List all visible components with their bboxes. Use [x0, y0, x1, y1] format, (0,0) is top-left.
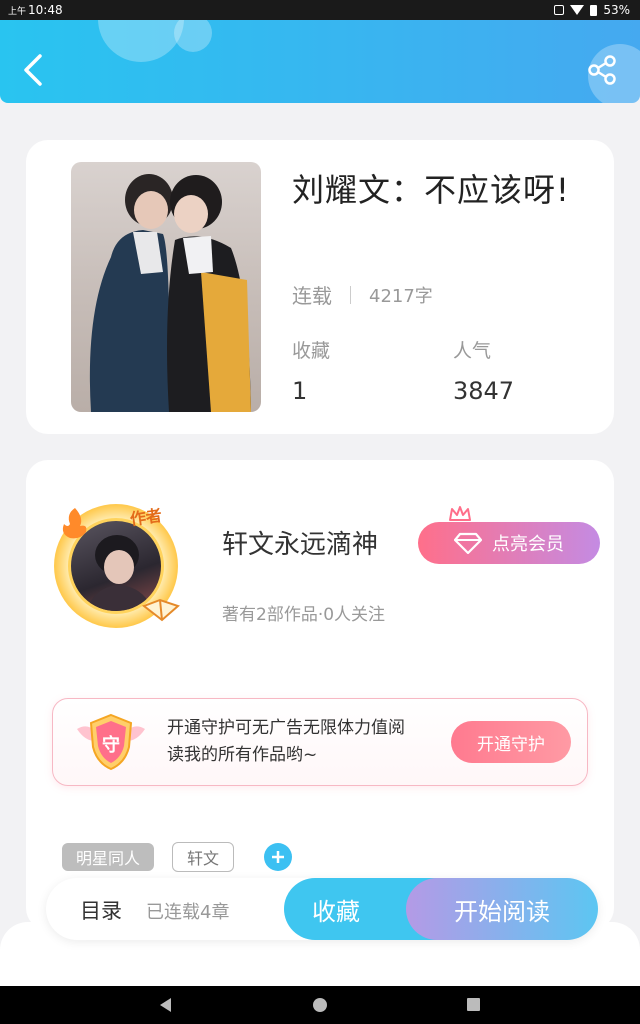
nav-back-icon[interactable]	[160, 998, 171, 1012]
battery-icon	[590, 4, 598, 16]
serial-status: 连载	[292, 284, 332, 308]
battery-percent: 53%	[603, 3, 630, 17]
shield-glyph: 守	[102, 734, 120, 756]
book-icon	[142, 598, 180, 622]
fire-icon	[62, 508, 87, 539]
author-badge: 作者	[128, 505, 164, 529]
start-reading-label: 开始阅读	[454, 897, 550, 926]
tag-chip[interactable]: 明星同人	[62, 843, 155, 871]
divider	[350, 285, 351, 304]
diamond-icon	[454, 532, 482, 554]
system-nav-bar	[0, 986, 640, 1024]
popularity-label: 人气	[453, 340, 492, 362]
nav-recents-icon[interactable]	[467, 998, 480, 1011]
popularity-value: 3847	[453, 377, 515, 405]
share-button[interactable]	[586, 54, 618, 86]
status-bar: 上午 10:48 53%	[0, 0, 640, 20]
back-button[interactable]	[18, 52, 48, 88]
start-reading-button[interactable]: 开始阅读	[406, 878, 598, 940]
top-header	[0, 20, 640, 103]
chapter-status: 已连载4章	[146, 902, 230, 923]
toc-button[interactable]: 目录	[80, 895, 122, 925]
book-title: 刘耀文：不应该呀!	[292, 171, 570, 209]
open-guard-button[interactable]: 开通守护	[451, 721, 571, 763]
vibrate-icon	[554, 5, 565, 15]
favorite-label: 收藏	[312, 897, 360, 926]
author-card: 作者 轩文永远滴神 著有2部作品·0人关注 点亮会员 守 开通守护可无广告无限体…	[26, 460, 614, 930]
decor-bubble	[174, 20, 212, 52]
shield-icon: 守	[75, 711, 147, 773]
word-count: 4217字	[369, 285, 433, 307]
favorites-label: 收藏	[292, 340, 331, 362]
vip-button-label: 点亮会员	[492, 534, 564, 555]
status-clock: 10:48	[28, 3, 63, 17]
guard-promo-banner: 守 开通守护可无广告无限体力值阅读我的所有作品哟~ 开通守护	[52, 698, 588, 786]
favorites-value: 1	[292, 377, 308, 405]
wifi-icon	[570, 5, 585, 15]
light-up-vip-button[interactable]: 点亮会员	[418, 506, 600, 564]
cover-illustration	[89, 174, 251, 412]
share-icon	[588, 55, 616, 85]
book-status-row: 连载 4217字	[292, 280, 433, 309]
status-icons: 53%	[554, 3, 630, 17]
popularity-stat: 人气 3847	[453, 336, 514, 405]
crown-icon	[449, 506, 471, 521]
tag-list: 明星同人 轩文	[62, 842, 293, 872]
plus-icon	[272, 851, 285, 863]
book-cover-image[interactable]	[71, 162, 261, 412]
book-info-card: 刘耀文：不应该呀! 连载 4217字 收藏 1 人气 3847	[26, 140, 614, 434]
nav-home-icon[interactable]	[313, 998, 327, 1012]
tag-chip[interactable]: 轩文	[172, 842, 235, 872]
author-name[interactable]: 轩文永远滴神	[222, 524, 378, 561]
status-ampm: 上午	[8, 7, 27, 17]
add-tag-button[interactable]	[264, 843, 293, 871]
author-avatar[interactable]: 作者	[54, 504, 180, 628]
author-meta: 著有2部作品·0人关注	[222, 605, 386, 625]
chevron-left-icon	[24, 54, 42, 86]
decor-bubble	[98, 20, 184, 62]
guard-promo-text: 开通守护可无广告无限体力值阅读我的所有作品哟~	[167, 718, 405, 765]
status-time: 上午 10:48	[8, 3, 63, 17]
favorites-stat: 收藏 1	[292, 336, 330, 405]
bottom-action-bar: 目录 已连载4章 收藏 开始阅读	[46, 878, 598, 940]
